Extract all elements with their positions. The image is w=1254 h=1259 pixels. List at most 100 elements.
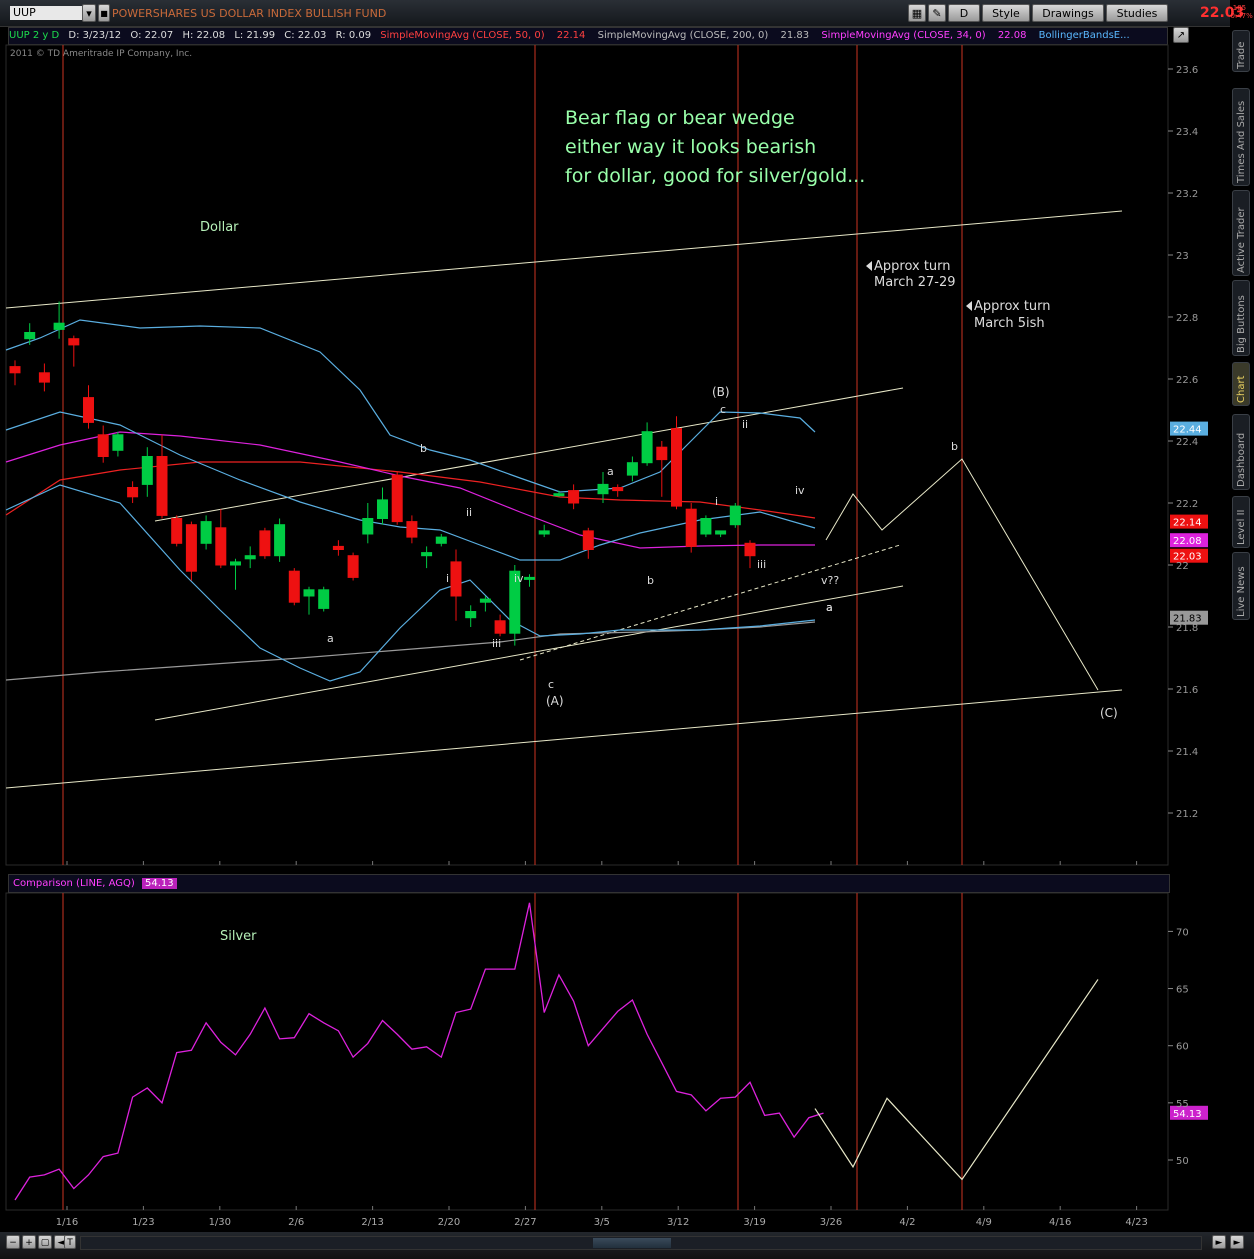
price-axis-label: 21.8 [1176, 623, 1198, 634]
candle-body [656, 446, 668, 461]
horizontal-scrollbar[interactable] [80, 1236, 1202, 1250]
sma200-label[interactable]: SimpleMovingAvg (CLOSE, 200, 0) [598, 30, 769, 41]
link-icon[interactable]: ■ [98, 4, 110, 22]
candle-body [332, 545, 344, 551]
chart-annotation: Approx turn [974, 299, 1051, 314]
scrollbar-thumb[interactable] [593, 1238, 671, 1248]
chart-annotation: (B) [712, 385, 730, 399]
symbol-dropdown-button[interactable]: ▾ [82, 4, 96, 22]
info-low: L: 21.99 [234, 30, 276, 41]
candle-body [421, 552, 433, 557]
candle-body [744, 542, 756, 557]
sma34-label[interactable]: SimpleMovingAvg (CLOSE, 34, 0) [821, 30, 985, 41]
scroll-end-icon[interactable]: ► [1230, 1235, 1244, 1249]
chart-annotation: iii [757, 558, 766, 571]
bollinger-mid-line [5, 411, 816, 561]
tab-times-and-sales[interactable]: Times And Sales [1232, 88, 1250, 186]
price-tag [1170, 548, 1208, 563]
tab-big-buttons[interactable]: Big Buttons [1232, 280, 1250, 356]
chart-annotation: i [446, 572, 449, 585]
bollinger-lower-line [5, 484, 816, 682]
wedge-dashed-line [519, 544, 901, 661]
drawings-button[interactable]: Drawings [1032, 4, 1104, 22]
comparison-header: Comparison (LINE, AGQ) 54.13 [8, 874, 1170, 893]
candle-body [83, 397, 94, 423]
bottom-bar: − + ▢ ◄ T ► ► [0, 1232, 1254, 1259]
grid-icon[interactable]: ▦ [908, 4, 926, 22]
candle-body [200, 521, 212, 544]
chart-svg: 22.44 22.14 22.08 22.03 21.83 Dollar Bear flag… [5, 44, 1208, 1228]
silver-title: Silver [220, 929, 257, 944]
silver-axis-label: 70 [1176, 927, 1189, 938]
sma34-line [5, 431, 815, 549]
price-tag-label: 22.14 [1173, 518, 1202, 529]
x-axis-label: 1/16 [56, 1217, 78, 1228]
tab-level-ii[interactable]: Level II [1232, 496, 1250, 548]
text-icon[interactable]: T [64, 1235, 76, 1249]
wedge-upper-line [154, 387, 904, 522]
candle-body [362, 518, 374, 535]
tab-dashboard[interactable]: Dashboard [1232, 414, 1250, 490]
zoom-in-icon[interactable]: + [22, 1235, 36, 1249]
tab-active-trader[interactable]: Active Trader [1232, 190, 1250, 276]
price-axis-label: 22.6 [1176, 375, 1198, 386]
candle-body [274, 524, 286, 557]
tab-live-news[interactable]: Live News [1232, 552, 1250, 620]
fit-icon[interactable]: ▢ [38, 1235, 52, 1249]
sma50-label[interactable]: SimpleMovingAvg (CLOSE, 50, 0) [380, 30, 544, 41]
upper-channel-line [5, 210, 1123, 309]
price-axis-label: 21.2 [1176, 809, 1198, 820]
tab-trade[interactable]: Trade [1232, 30, 1250, 72]
left-arrow-icon [866, 261, 872, 271]
symbol-input[interactable]: UUP [10, 6, 82, 20]
candle-body [465, 611, 477, 619]
bollinger-label[interactable]: BollingerBandsE... [1039, 30, 1130, 41]
studies-button[interactable]: Studies [1106, 4, 1168, 22]
info-symbol[interactable]: UUP 2 y D [9, 30, 59, 41]
chart-annotation: ii [742, 418, 748, 431]
price-axis-label: 21.6 [1176, 685, 1198, 696]
fund-name: POWERSHARES US DOLLAR INDEX BULLISH FUND [112, 7, 387, 20]
scroll-right-icon[interactable]: ► [1212, 1235, 1226, 1249]
comparison-label[interactable]: Comparison (LINE, AGQ) [13, 878, 135, 889]
price-tag-label: 22.03 [1173, 552, 1202, 563]
chart-annotation: iv [795, 484, 805, 497]
period-button[interactable]: D [948, 4, 980, 22]
candle-body [391, 474, 403, 523]
price-axis-label: 22.8 [1176, 313, 1198, 324]
price-axis-label: 21.4 [1176, 747, 1198, 758]
chart-annotation: c [548, 678, 554, 691]
zoom-out-icon[interactable]: − [6, 1235, 20, 1249]
x-axis-label: 4/2 [899, 1217, 915, 1228]
copyright: 2011 © TD Ameritrade IP Company, Inc. [10, 49, 193, 59]
candle-body [641, 431, 653, 464]
sma34-value: 22.08 [997, 30, 1027, 41]
candle-body [729, 505, 741, 526]
info-high: H: 22.08 [182, 30, 226, 41]
candle-body [9, 366, 21, 374]
candle-body [612, 487, 624, 492]
price-axis-label: 23.6 [1176, 65, 1198, 76]
x-axis-label: 2/13 [361, 1217, 383, 1228]
chart-settings-icon[interactable]: ↗ [1173, 27, 1189, 43]
price-axis-label: 22.2 [1176, 499, 1198, 510]
tab-chart[interactable]: Chart [1232, 362, 1250, 406]
info-range: R: 0.09 [335, 30, 372, 41]
chart-annotation: for dollar, good for silver/gold... [565, 165, 865, 187]
pencil-icon[interactable]: ✎ [928, 4, 946, 22]
change-percent: -0.47% [1228, 12, 1253, 20]
candle-body [185, 524, 197, 572]
chart-annotation: b [951, 440, 958, 453]
candle-body [377, 499, 388, 519]
bollinger-upper-line [5, 319, 816, 493]
chart-annotation: Dollar [200, 220, 239, 235]
silver-line [14, 902, 824, 1201]
candle-body [509, 570, 521, 634]
candle-body [685, 508, 697, 547]
price-axis-label: 23.2 [1176, 189, 1198, 200]
top-toolbar: UUP ▾ ■ POWERSHARES US DOLLAR INDEX BULL… [0, 0, 1253, 27]
price-tag [1170, 514, 1208, 529]
style-button[interactable]: Style [982, 4, 1030, 22]
x-axis-label: 3/26 [820, 1217, 842, 1228]
x-axis-label: 2/27 [514, 1217, 536, 1228]
